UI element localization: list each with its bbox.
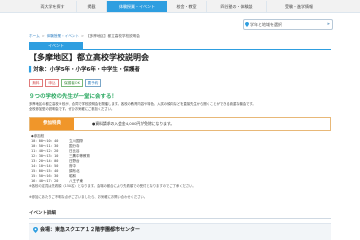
tag-free: 無料 [29,79,43,87]
schedule-school: 府中 [69,164,76,168]
chevron-right-icon: ▸ [327,21,330,27]
title-divider [29,49,331,50]
nav-item-events[interactable]: 体験授業・イベント [107,1,167,12]
description-line: 全校参加型の説明会です。ぜひお気軽にご参加ください。 [29,107,115,111]
venue-label: 会場：東急スクエア１２階学園都市センター [40,227,141,233]
schedule-school: 調布北 [69,169,80,173]
grade-area-selector[interactable]: 学年と地域を選択 ▸ [243,19,333,30]
tag-guardian-ok: 保護者OK [61,79,83,87]
contact-note: ※参加にあたりご不明な点がございましたら、お気軽にお問い合わせください。 [29,195,148,199]
nav-item-experiences[interactable]: 四谷塾の・体験談 [207,1,267,12]
breadcrumb-current: 【多摩地区】都立高校学校説明会 [86,34,140,38]
breadcrumb-events[interactable]: 体験授業・イベント [47,34,79,38]
nav-item-exam-info[interactable]: 受験・進学情報 [267,1,331,12]
details-divider [29,218,331,219]
benefit-box: 参加特典 ●資料請求の入会金4,000円が免除になります。 [29,117,331,131]
venue-box: 会場：東急スクエア１２階学園都市センター [29,223,331,240]
top-navigation: 両⼤学を探す 掲載 体験授業・イベント 校舎・教室 四谷塾の・体験談 受験・進学… [0,0,360,13]
breadcrumb: ホーム > 体験授業・イベント > 【多摩地区】都立高校学校説明会 [29,34,140,38]
benefit-text: ●資料請求の入会金4,000円が免除になります。 [92,121,175,126]
schedule-school: 日比谷 [69,149,80,153]
details-heading: イベント詳細 [29,211,56,216]
schedule-list: 10：00〜10：40 立川国際 10：50〜11：30 国分寺 11：40〜12：… [31,139,151,184]
nav-item-find-school[interactable]: 両⼤学を探す [29,1,77,12]
nav-item-listing[interactable]: 掲載 [77,1,107,12]
capacity-note: ※各校の定員は先着順（150名）となります。会場の都合により先着順での受付となり… [29,184,196,188]
benefit-label: 参加特典 [30,118,74,130]
tag-reservation: 要予約 [85,79,101,87]
target-audience-text: 対象：小学5年・小学6年・中学生・保護者 [33,67,140,73]
location-pin-icon [245,22,249,27]
schedule-school: 立川国際 [69,139,83,143]
schedule-school: 三鷹中等教育 [69,154,90,158]
breadcrumb-home[interactable]: ホーム [29,34,40,38]
schedule-school: 八王子東 [69,179,83,183]
schedule-school: 日野台 [69,159,80,163]
schedule-school: 昭和 [69,174,76,178]
highlight-heading: ９つの学校の先生が一堂に会する！ [29,94,118,100]
page-title: 【多摩地区】都立高校学校説明会 [29,53,149,62]
grade-area-label: 学年と地域を選択 [250,22,282,27]
tag-apply: 申込 [45,79,59,87]
nav-item-classrooms[interactable]: 校舎・教室 [167,1,207,12]
schedule-school: 国分寺 [69,144,80,148]
target-audience: ▌対象：小学5年・小学6年・中学生・保護者 [29,66,179,75]
event-description: 多摩地区の都立高校９校が、合同で学校説明会を開催します。各校の教育内容や特色、入… [29,102,331,112]
category-tab: イベント [29,42,83,49]
location-pin-icon [33,227,38,233]
